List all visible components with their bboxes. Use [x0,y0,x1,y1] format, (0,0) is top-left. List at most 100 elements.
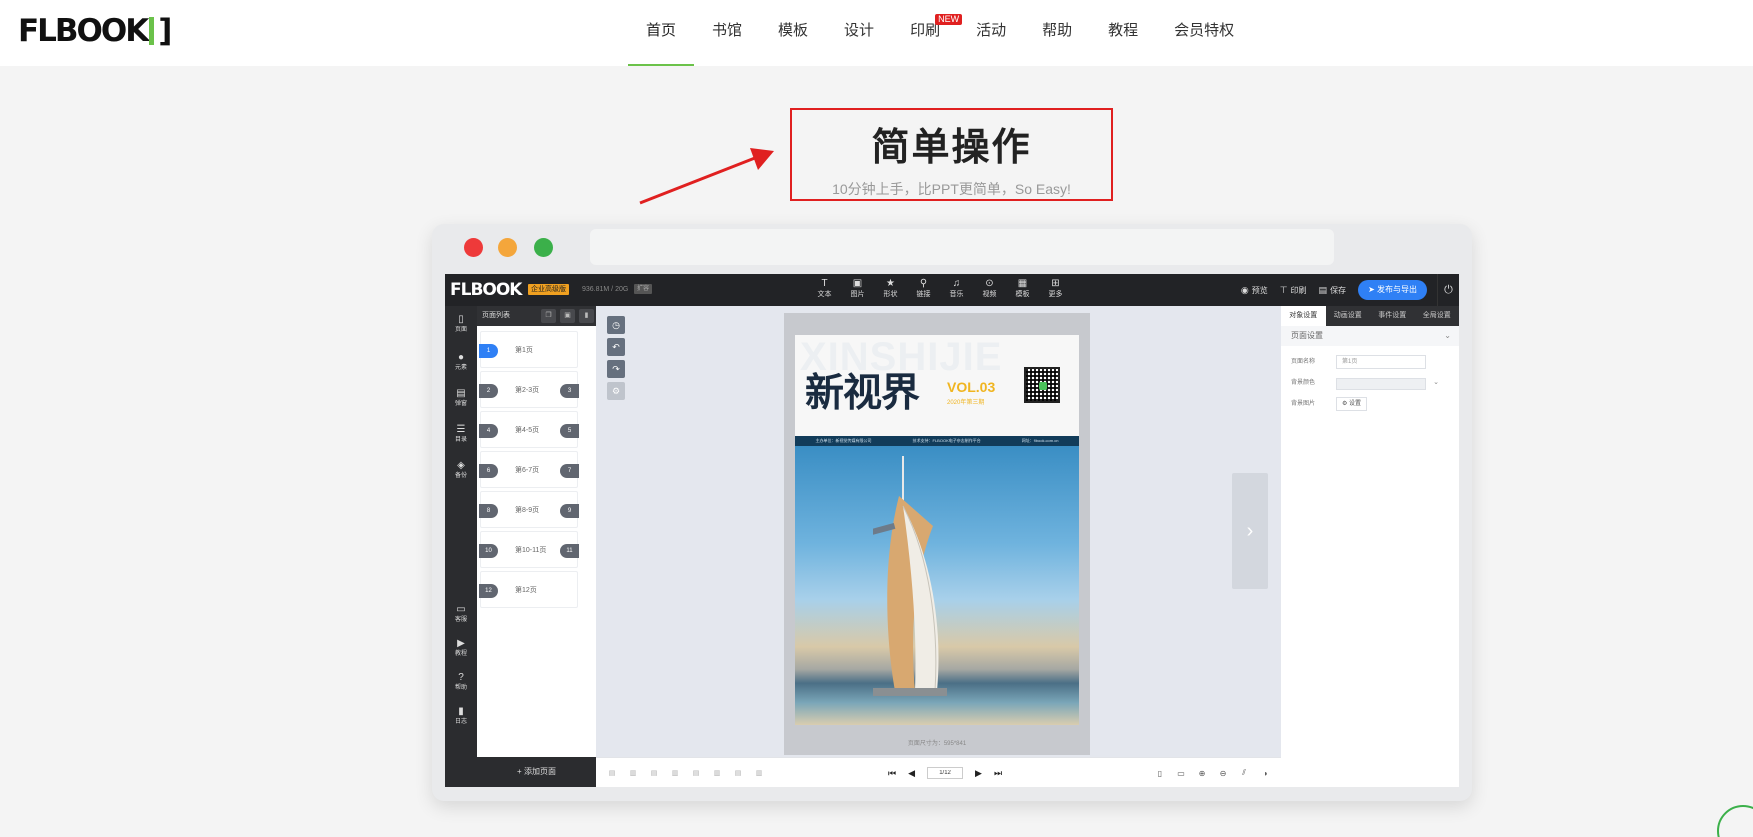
log-icon: ▮ [458,706,464,717]
page-number: 4 [479,424,498,438]
duplicate-icon[interactable]: ▣ [560,309,575,323]
tool-video[interactable]: ⊙ 视频 [973,278,1006,300]
tool-template[interactable]: ▦ 模板 [1006,278,1039,300]
zoom-in-icon[interactable]: ⊕ [1196,769,1208,778]
history-icon[interactable]: ◷ [607,316,625,334]
bg-color-picker[interactable]: ⌄ [1336,378,1439,390]
nav-help[interactable]: 帮助 [1024,0,1090,66]
page-item[interactable]: 2 第2-3页 3 [479,371,579,408]
nav-events[interactable]: 活动 [958,0,1024,66]
align-bottom-icon[interactable]: ▥ [711,769,723,777]
power-icon[interactable]: ⏻ [1437,274,1459,306]
tool-label: 更多 [1048,291,1063,298]
expand-storage-button[interactable]: 扩容 [634,284,653,294]
nav-templates[interactable]: 模板 [760,0,826,66]
page-item[interactable]: 1 第1页 [479,331,578,368]
page-item[interactable]: 12 第12页 [479,571,578,608]
page-settings-section[interactable]: 页面设置 ⌄ [1281,326,1459,346]
align-left-icon[interactable]: ▤ [606,769,618,777]
send-icon: ➤ [1368,285,1377,294]
copy-icon[interactable]: ❐ [541,309,556,323]
zoom-out-icon[interactable]: ⊖ [1217,769,1229,778]
sidebar-item-tutorial[interactable]: ▶ 教程 [445,638,477,659]
editor-canvas[interactable]: ◷ ↶ ↷ ⚙ XINSHIJIE 新视界 VOL.03 2020年第三期 主办… [596,306,1281,757]
next-page-icon[interactable]: ▶ [975,768,982,779]
sidebar-item-support[interactable]: ▭ 客服 [445,604,477,625]
trash-icon[interactable]: ▮ [579,309,594,323]
align-middle-icon[interactable]: ▤ [690,769,702,777]
page-name: 第2-3页 [515,387,540,394]
sidebar-item-help[interactable]: ? 帮助 [445,672,477,693]
distribute-v-icon[interactable]: ▥ [753,769,765,777]
publish-export-button[interactable]: ➤ 发布与导出 [1358,280,1427,300]
prev-page-icon[interactable]: ◀ [908,768,915,779]
page-number: 8 [479,504,498,518]
sidebar-item-elements[interactable]: ● 元素 [445,352,477,373]
page-item[interactable]: 10 第10-11页 11 [479,531,579,568]
nav-design[interactable]: 设计 [826,0,892,66]
tool-music[interactable]: ♫ 音乐 [940,278,973,300]
info-publisher: 主办单位：新视觉传媒有限公司 [815,438,872,443]
site-logo[interactable]: FLBOOK] [18,13,172,49]
layers-icon: ◈ [457,460,465,471]
align-right-icon[interactable]: ▤ [648,769,660,777]
save-button[interactable]: ▤ 保存 [1319,285,1347,296]
magazine-cover[interactable]: XINSHIJIE 新视界 VOL.03 2020年第三期 主办单位：新视觉传媒… [795,335,1079,725]
nav-print[interactable]: 印刷 NEW [892,0,963,66]
tool-shape[interactable]: ★ 形状 [874,278,907,300]
tool-text[interactable]: T 文本 [808,278,841,300]
tab-animation-settings[interactable]: 动画设置 [1326,306,1371,326]
help-icon: ? [458,672,464,683]
info-website: 网址：flbook.com.cn [1021,438,1059,443]
page-list-actions: ❐ ▣ ▮ [537,309,594,323]
tab-global-settings[interactable]: 全局设置 [1415,306,1460,326]
sidebar-item-popups[interactable]: ▤ 弹窗 [445,388,477,409]
bg-color-label: 背景颜色 [1291,380,1316,386]
nav-tutorials[interactable]: 教程 [1090,0,1156,66]
double-page-icon[interactable]: ▭ [1175,769,1187,778]
align-top-icon[interactable]: ▥ [669,769,681,777]
undo-icon[interactable]: ↶ [607,338,625,356]
nav-library[interactable]: 书馆 [694,0,760,66]
page-item[interactable]: 4 第4-5页 5 [479,411,579,448]
sidebar-label: 弹窗 [454,401,467,407]
bg-image-settings-button[interactable]: ⚙ 设置 [1336,397,1368,411]
align-center-icon[interactable]: ▥ [627,769,639,777]
first-page-icon[interactable]: ⏮ [888,768,896,779]
redo-icon[interactable]: ↷ [607,360,625,378]
page-number-right: 7 [560,464,579,478]
page-name-input[interactable]: 第1页 [1336,355,1426,369]
single-page-icon[interactable]: ▯ [1154,769,1166,778]
page-number-input[interactable] [927,767,964,779]
settings-icon[interactable]: ⚙ [607,382,625,400]
nav-events-label: 活动 [976,22,1007,39]
tool-link[interactable]: ⚲ 链接 [907,278,940,300]
guides-icon[interactable]: ⫽ [1238,768,1250,778]
print-button[interactable]: ⊤ 印刷 [1280,285,1307,296]
distribute-h-icon[interactable]: ▤ [732,769,744,777]
magazine-issue: 2020年第三期 [947,400,985,406]
page-item[interactable]: 6 第6-7页 7 [479,451,579,488]
sidebar-label: 教程 [454,651,467,657]
nav-membership[interactable]: 会员特权 [1156,0,1252,66]
page-name-label: 页面名称 [1291,359,1316,365]
sidebar-item-log[interactable]: ▮ 日志 [445,706,477,727]
next-page-arrow[interactable]: › [1232,473,1268,589]
add-page-button[interactable]: + 添加页面 [477,757,596,787]
tool-label: 音乐 [949,291,964,298]
sidebar-item-toc[interactable]: ☰ 目录 [445,424,477,445]
sidebar-label: 目录 [454,437,467,443]
sidebar-item-backup[interactable]: ◈ 备份 [445,460,477,481]
tool-more[interactable]: ⊞ 更多 [1039,278,1072,300]
tool-image[interactable]: ▣ 图片 [841,278,874,300]
theme-icon[interactable]: ◑ [1259,769,1271,778]
page-item[interactable]: 8 第8-9页 9 [479,491,579,528]
preview-button[interactable]: ◉ 预览 [1241,285,1268,296]
print-icon: ⊤ [1279,284,1288,295]
sidebar-item-pages[interactable]: ▯ 页面 [445,314,477,335]
last-page-icon[interactable]: ⏭ [994,768,1002,779]
nav-home[interactable]: 首页 [628,0,695,66]
editor-topbar: FLBOOK 企业高级版 936.81M / 20G 扩容 T 文本 ▣ 图片 ★ 形… [445,274,1459,306]
tab-object-settings[interactable]: 对象设置 [1281,306,1326,326]
tab-event-settings[interactable]: 事件设置 [1370,306,1415,326]
